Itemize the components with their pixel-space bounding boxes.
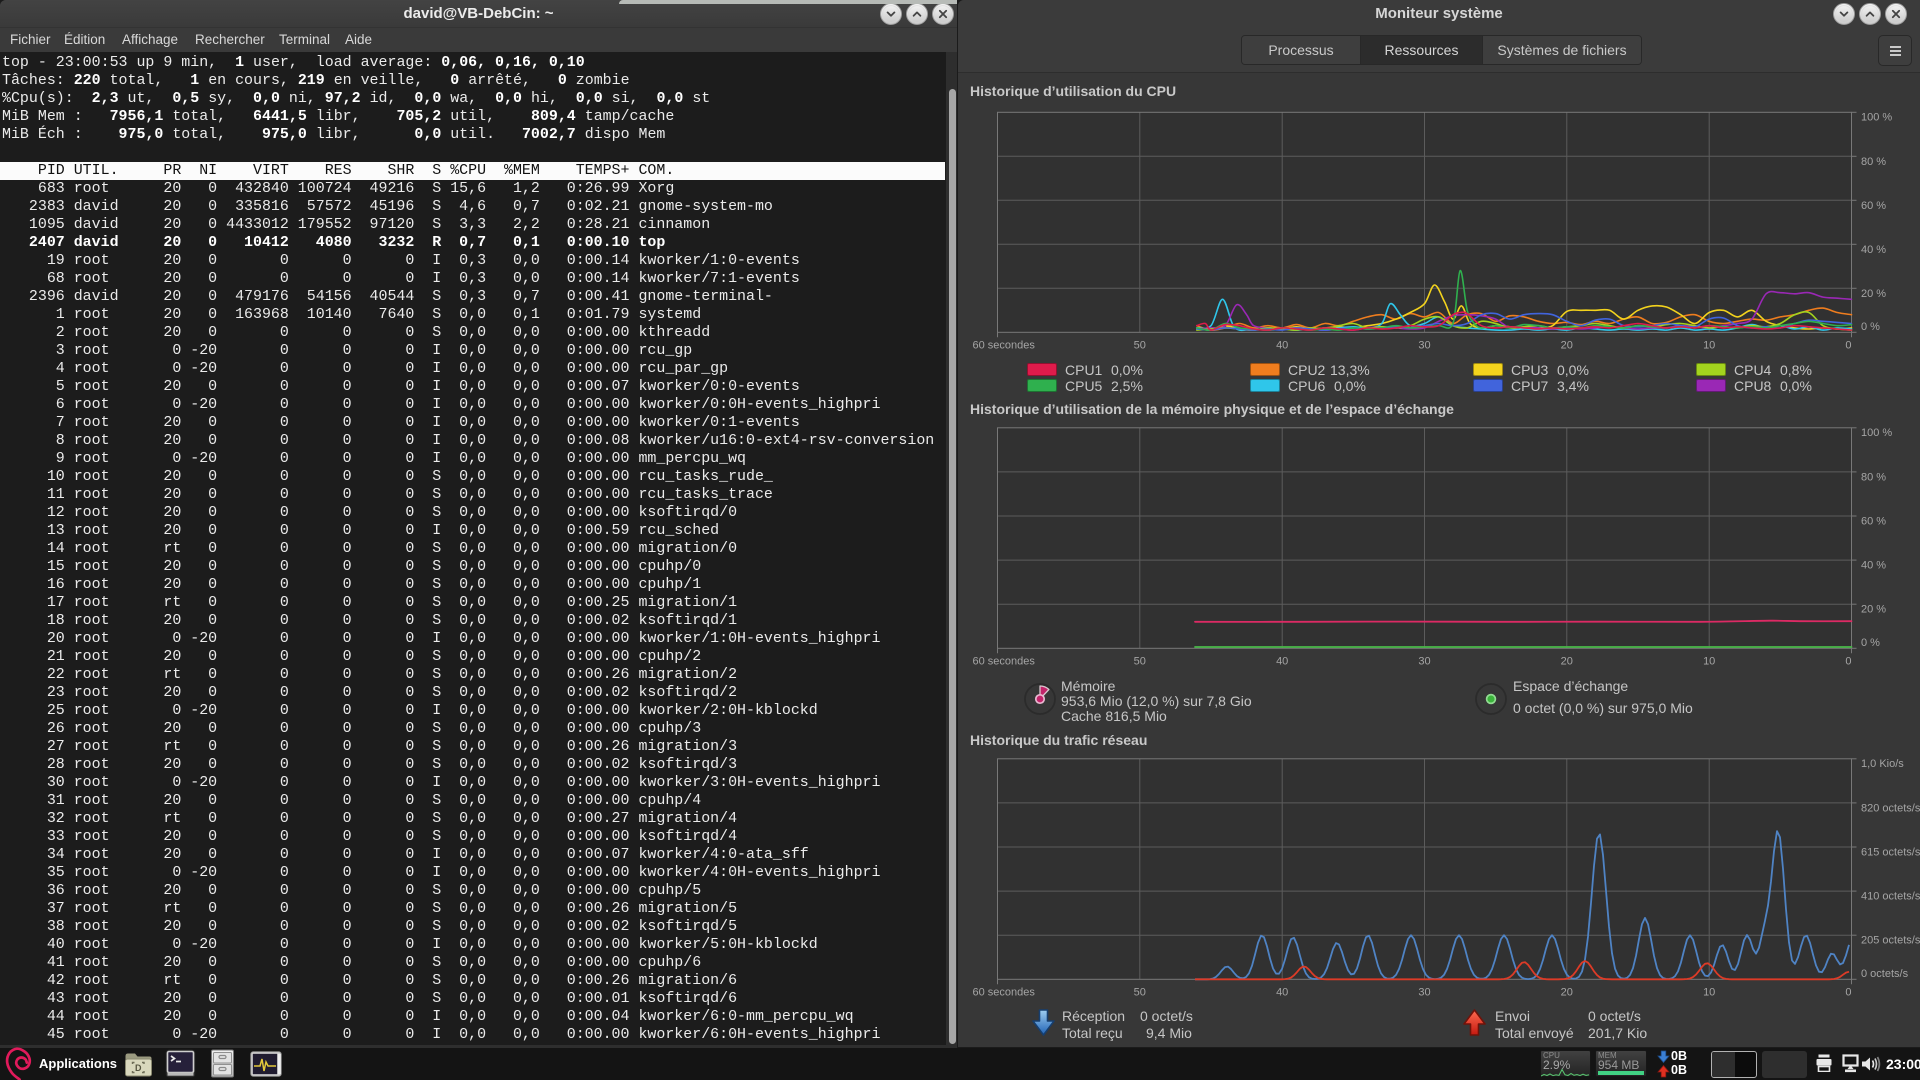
svg-text:40: 40 — [1276, 339, 1288, 351]
svg-text:60 %: 60 % — [1861, 200, 1886, 212]
svg-text:205 octets/s: 205 octets/s — [1861, 935, 1920, 947]
svg-text:D: D — [135, 1063, 142, 1073]
svg-text:10: 10 — [1703, 986, 1715, 998]
svg-text:80 %: 80 % — [1861, 156, 1886, 168]
svg-text:0: 0 — [1845, 986, 1851, 998]
svg-text:1,0 Kio/s: 1,0 Kio/s — [1861, 758, 1904, 770]
svg-text:20: 20 — [1561, 339, 1573, 351]
svg-text:20: 20 — [1561, 986, 1573, 998]
svg-text:100 %: 100 % — [1861, 427, 1892, 439]
svg-text:60 %: 60 % — [1861, 516, 1886, 528]
svg-text:20 %: 20 % — [1861, 604, 1886, 616]
svg-text:410 octets/s: 410 octets/s — [1861, 891, 1920, 903]
svg-text:30: 30 — [1418, 655, 1430, 667]
svg-text:30: 30 — [1418, 986, 1430, 998]
svg-text:0: 0 — [1845, 655, 1851, 667]
svg-text:10: 10 — [1703, 655, 1715, 667]
svg-text:40 %: 40 % — [1861, 560, 1886, 572]
svg-text:80 %: 80 % — [1861, 471, 1886, 483]
svg-text:40: 40 — [1276, 655, 1288, 667]
svg-text:20: 20 — [1561, 655, 1573, 667]
svg-text:0: 0 — [1845, 339, 1851, 351]
svg-text:60 secondes: 60 secondes — [973, 655, 1036, 667]
svg-text:40 %: 40 % — [1861, 244, 1886, 256]
svg-text:0 %: 0 % — [1861, 321, 1880, 333]
svg-text:60 secondes: 60 secondes — [973, 986, 1036, 998]
svg-text:40: 40 — [1276, 986, 1288, 998]
svg-text:50: 50 — [1134, 655, 1146, 667]
svg-text:820 octets/s: 820 octets/s — [1861, 802, 1920, 814]
svg-text:20 %: 20 % — [1861, 288, 1886, 300]
svg-text:50: 50 — [1134, 986, 1146, 998]
svg-text:30: 30 — [1418, 339, 1430, 351]
svg-text:0 octets/s: 0 octets/s — [1861, 968, 1909, 980]
svg-text:60 secondes: 60 secondes — [973, 339, 1036, 351]
svg-text:0 %: 0 % — [1861, 637, 1880, 649]
svg-text:50: 50 — [1134, 339, 1146, 351]
svg-text:100 %: 100 % — [1861, 111, 1892, 123]
svg-text:10: 10 — [1703, 339, 1715, 351]
svg-text:615 octets/s: 615 octets/s — [1861, 847, 1920, 859]
